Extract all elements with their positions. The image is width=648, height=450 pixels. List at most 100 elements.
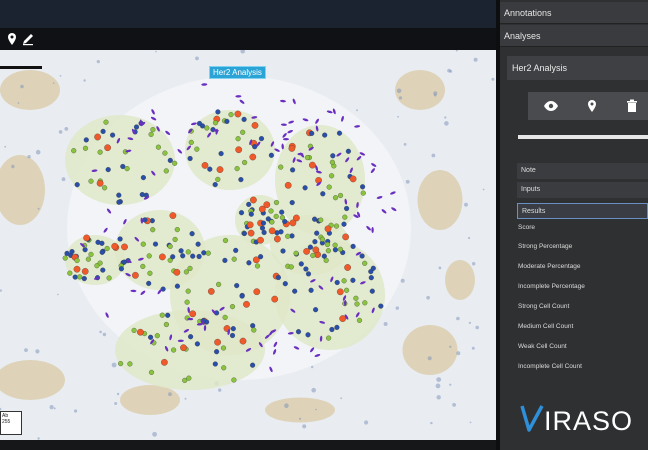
cell-marker bbox=[288, 145, 296, 152]
cell-marker bbox=[140, 263, 146, 269]
annotations-header[interactable]: Annotations bbox=[500, 2, 648, 24]
cell-marker bbox=[174, 227, 180, 233]
stromal-cell-marker bbox=[283, 138, 289, 141]
cell-marker bbox=[268, 152, 274, 158]
stroma-nucleus bbox=[58, 130, 63, 134]
cell-marker bbox=[248, 211, 254, 217]
cell-marker bbox=[302, 185, 308, 191]
annotation-label[interactable]: Her2 Analysis bbox=[209, 66, 266, 79]
map-pin-icon[interactable] bbox=[584, 98, 600, 114]
cell-marker bbox=[336, 288, 344, 296]
stroma-nucleus bbox=[482, 188, 485, 191]
cell-marker bbox=[354, 301, 360, 307]
cell-marker bbox=[163, 168, 169, 174]
cell-marker bbox=[212, 182, 218, 188]
cell-marker bbox=[204, 125, 210, 131]
stroma-nucleus bbox=[400, 278, 405, 283]
stroma-nucleus bbox=[49, 405, 54, 410]
stroma-nucleus bbox=[83, 79, 86, 82]
trash-icon[interactable] bbox=[624, 98, 640, 114]
stroma-nucleus bbox=[184, 397, 187, 400]
cell-marker bbox=[187, 265, 193, 271]
cell-marker bbox=[218, 151, 224, 157]
cell-marker bbox=[169, 212, 177, 219]
overview-box: Ab 255 bbox=[0, 411, 22, 435]
stroma-nucleus bbox=[102, 332, 107, 337]
cell-marker bbox=[341, 278, 347, 284]
tissue-nest bbox=[417, 170, 463, 230]
cell-marker bbox=[268, 208, 274, 214]
cell-marker bbox=[121, 243, 128, 251]
cell-marker bbox=[246, 201, 252, 207]
cell-marker bbox=[207, 166, 213, 172]
cell-marker bbox=[83, 137, 89, 143]
stroma-nucleus bbox=[168, 392, 172, 397]
cell-marker bbox=[337, 192, 344, 199]
cell-marker bbox=[201, 250, 207, 256]
cell-marker bbox=[148, 334, 154, 340]
cell-marker bbox=[298, 261, 304, 267]
cell-marker bbox=[82, 145, 89, 151]
cell-marker bbox=[334, 324, 340, 330]
inputs-dropdown[interactable]: Inputs bbox=[517, 182, 648, 198]
stroma-nucleus bbox=[111, 362, 117, 368]
stroma-nucleus bbox=[468, 321, 471, 324]
tissue-image-viewer[interactable] bbox=[0, 50, 496, 440]
cell-marker bbox=[133, 124, 140, 130]
cell-marker bbox=[271, 295, 279, 303]
stroma-nucleus bbox=[218, 388, 222, 392]
cell-marker bbox=[189, 310, 197, 318]
stroma-nucleus bbox=[403, 143, 407, 146]
cell-marker bbox=[189, 231, 195, 237]
cell-marker bbox=[77, 274, 83, 280]
cell-marker bbox=[274, 235, 281, 243]
cell-marker bbox=[152, 241, 159, 247]
stroma-nucleus bbox=[436, 395, 441, 400]
cell-marker bbox=[174, 283, 180, 289]
cell-marker bbox=[250, 196, 257, 204]
cell-marker bbox=[252, 144, 258, 150]
result-label-medium-cell-count: Medium Cell Count bbox=[518, 323, 574, 330]
cell-marker bbox=[269, 219, 275, 225]
cell-marker bbox=[273, 199, 280, 206]
cell-marker bbox=[96, 179, 104, 187]
cell-marker bbox=[173, 268, 181, 276]
note-field[interactable]: Note bbox=[517, 163, 648, 179]
cell-marker bbox=[368, 275, 374, 281]
cell-marker bbox=[185, 288, 191, 294]
stroma-nucleus bbox=[20, 84, 24, 89]
cell-marker bbox=[322, 132, 328, 138]
cell-marker bbox=[161, 358, 168, 366]
cell-marker bbox=[81, 268, 89, 275]
result-label-strong-percentage: Strong Percentage bbox=[518, 243, 573, 250]
stroma-nucleus bbox=[456, 351, 461, 356]
cell-marker bbox=[288, 264, 294, 270]
cell-marker bbox=[222, 314, 228, 320]
tissue-nest bbox=[402, 325, 458, 375]
cell-marker bbox=[260, 220, 267, 226]
stroma-nucleus bbox=[396, 88, 402, 94]
cell-marker bbox=[104, 144, 111, 152]
analysis-title[interactable]: Her2 Analysis bbox=[507, 56, 648, 80]
analyses-header[interactable]: Analyses bbox=[500, 25, 648, 47]
cell-marker bbox=[110, 132, 116, 138]
cell-marker bbox=[362, 300, 368, 306]
results-dropdown[interactable]: Results bbox=[517, 203, 648, 219]
cell-marker bbox=[313, 307, 319, 313]
stroma-nucleus bbox=[447, 68, 451, 73]
cell-marker bbox=[228, 112, 234, 118]
cell-marker bbox=[341, 221, 347, 227]
stroma-nucleus bbox=[426, 295, 430, 300]
cell-marker bbox=[140, 175, 146, 181]
cell-marker bbox=[312, 246, 320, 254]
cell-marker bbox=[82, 247, 88, 253]
map-pin-icon[interactable] bbox=[4, 31, 20, 47]
stroma-nucleus bbox=[431, 153, 436, 158]
eye-icon[interactable] bbox=[543, 98, 559, 114]
stroma-nucleus bbox=[299, 417, 302, 420]
logo-text: IRASO bbox=[544, 406, 633, 436]
cell-marker bbox=[231, 377, 237, 383]
cell-marker bbox=[121, 259, 127, 265]
pencil-icon[interactable] bbox=[20, 31, 36, 47]
cell-marker bbox=[329, 173, 335, 179]
